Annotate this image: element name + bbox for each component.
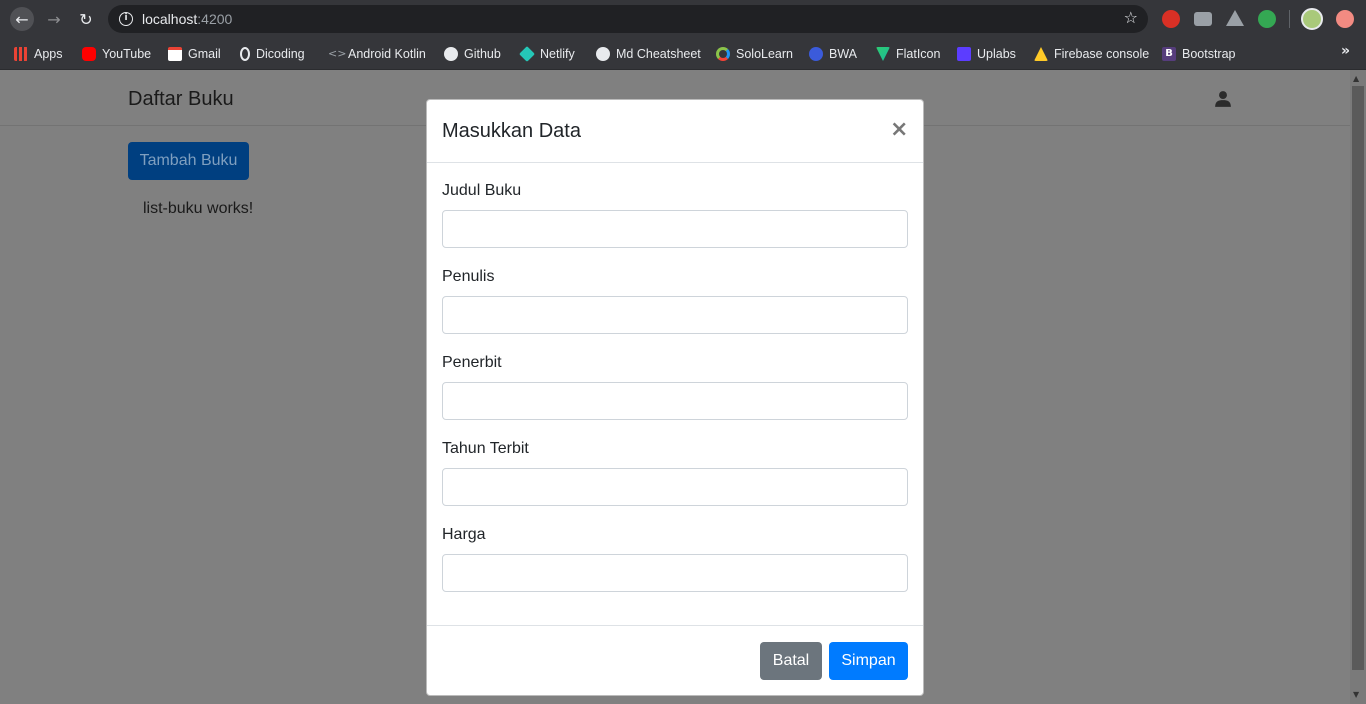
- scroll-down-icon[interactable]: ▼: [1353, 690, 1359, 699]
- bookmark-gmail[interactable]: Gmail: [168, 44, 221, 64]
- user-icon[interactable]: [1214, 90, 1232, 108]
- add-data-modal: Masukkan Data × Judul Buku Penulis Pener…: [426, 99, 924, 696]
- bookmark-sololearn[interactable]: SoloLearn: [716, 44, 793, 64]
- update-icon[interactable]: [1336, 10, 1354, 28]
- forward-arrow-icon[interactable]: →: [42, 7, 66, 31]
- bookmark-flaticon[interactable]: FlatIcon: [876, 44, 940, 64]
- judul-buku-input[interactable]: [442, 210, 908, 248]
- close-icon[interactable]: ×: [890, 117, 908, 142]
- reload-icon[interactable]: ↻: [74, 7, 98, 31]
- extension-drive-icon[interactable]: [1226, 10, 1244, 26]
- flaticon-icon: [876, 47, 890, 61]
- extension-adblock-icon[interactable]: [1162, 10, 1180, 28]
- save-button[interactable]: Simpan: [829, 642, 908, 680]
- firebase-icon: [1034, 47, 1048, 61]
- netlify-icon: [519, 46, 535, 62]
- profile-avatar[interactable]: [1301, 8, 1323, 30]
- bookmark-youtube[interactable]: YouTube: [82, 44, 151, 64]
- apps-grid-icon: [14, 47, 28, 61]
- bookmark-apps[interactable]: Apps: [14, 44, 63, 64]
- navbar-brand[interactable]: Daftar Buku: [128, 88, 234, 111]
- bootstrap-icon: B: [1162, 47, 1176, 61]
- site-info-icon[interactable]: i: [119, 12, 133, 26]
- back-arrow-icon[interactable]: ←: [10, 7, 34, 31]
- bookmarks-bar: Apps YouTube Gmail Dicoding <> Android Ko…: [0, 38, 1366, 70]
- bookmarks-overflow-icon[interactable]: »: [1341, 43, 1350, 59]
- bookmark-netlify[interactable]: Netlify: [519, 44, 575, 64]
- toolbar-divider: [1289, 10, 1290, 28]
- bwa-icon: [809, 47, 823, 61]
- github-icon: [444, 47, 458, 61]
- bookmark-android-kotlin[interactable]: <> Android Kotlin: [328, 44, 426, 64]
- code-icon: <>: [328, 47, 347, 60]
- add-book-button[interactable]: Tambah Buku: [128, 142, 249, 180]
- bookmark-bwa[interactable]: BWA: [809, 44, 857, 64]
- modal-header: Masukkan Data ×: [427, 100, 923, 163]
- label-tahun-terbit: Tahun Terbit: [442, 440, 529, 457]
- url-text[interactable]: localhost:4200: [142, 11, 232, 27]
- extension-globe-icon[interactable]: [1258, 10, 1276, 28]
- scroll-up-icon[interactable]: ▲: [1353, 74, 1359, 83]
- label-judul-buku: Judul Buku: [442, 182, 522, 199]
- bookmark-star-icon[interactable]: ☆: [1124, 8, 1138, 27]
- dicoding-icon: [240, 47, 250, 61]
- scrollbar-thumb[interactable]: [1352, 86, 1364, 670]
- label-penerbit: Penerbit: [442, 354, 502, 371]
- list-buku-text: list-buku works!: [143, 200, 254, 217]
- tahun-terbit-input[interactable]: [442, 468, 908, 506]
- sololearn-icon: [716, 47, 730, 61]
- cancel-button[interactable]: Batal: [760, 642, 822, 680]
- address-bar[interactable]: i localhost:4200 ☆: [108, 5, 1148, 33]
- browser-toolbar: ← → ↻ i localhost:4200 ☆: [0, 0, 1366, 38]
- bookmark-dicoding[interactable]: Dicoding: [240, 44, 305, 64]
- bookmark-bootstrap[interactable]: B Bootstrap: [1162, 44, 1236, 64]
- gmail-icon: [168, 47, 182, 61]
- bookmark-md-cheatsheet[interactable]: Md Cheatsheet: [596, 44, 701, 64]
- penerbit-input[interactable]: [442, 382, 908, 420]
- bookmark-github[interactable]: Github: [444, 44, 501, 64]
- github-icon: [596, 47, 610, 61]
- modal-title: Masukkan Data: [442, 120, 581, 142]
- uplabs-icon: [957, 47, 971, 61]
- bookmark-firebase[interactable]: Firebase console: [1034, 44, 1149, 64]
- harga-input[interactable]: [442, 554, 908, 592]
- modal-footer: Batal Simpan: [427, 625, 923, 695]
- bookmark-uplabs[interactable]: Uplabs: [957, 44, 1016, 64]
- youtube-icon: [82, 47, 96, 61]
- penulis-input[interactable]: [442, 296, 908, 334]
- extension-media-icon[interactable]: [1194, 12, 1212, 26]
- label-penulis: Penulis: [442, 268, 495, 285]
- label-harga: Harga: [442, 526, 486, 543]
